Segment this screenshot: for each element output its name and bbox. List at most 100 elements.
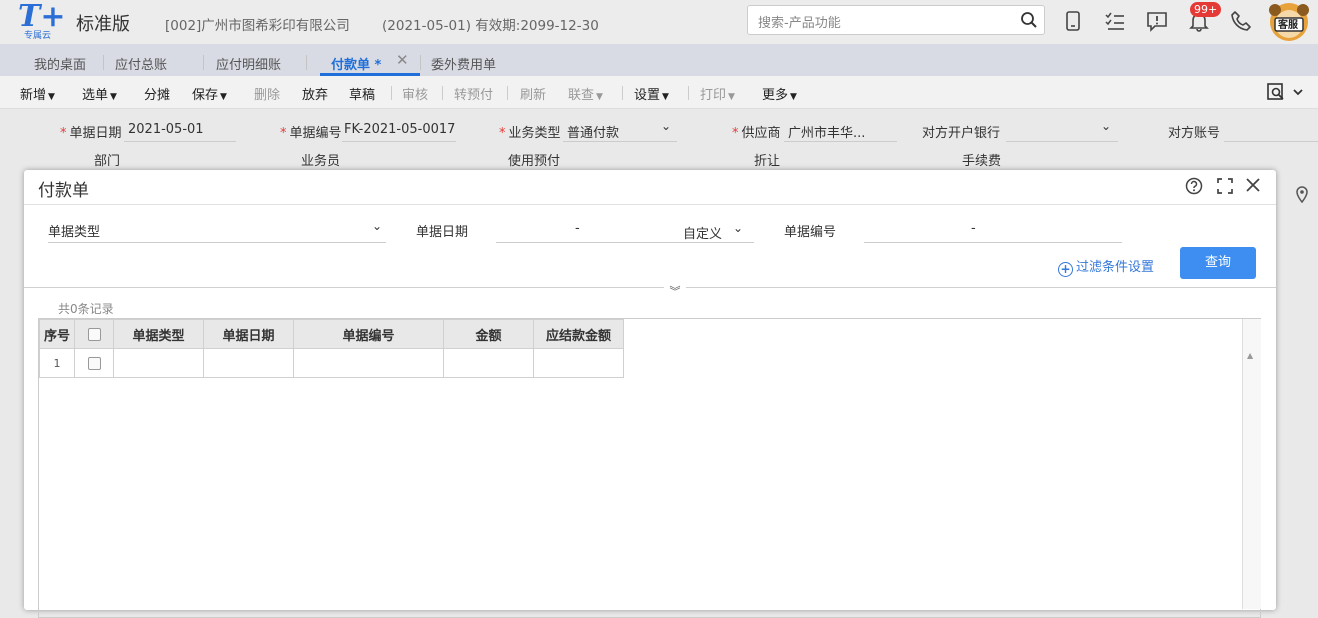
toolbar-divider xyxy=(442,86,443,100)
filter-date-range[interactable] xyxy=(496,242,754,243)
tab-bar: 我的桌面 应付总账 应付明细账 付款单 * ✕ 委外费用单 xyxy=(0,44,1318,76)
settings-button[interactable]: 设置 ▼ xyxy=(634,84,669,103)
tab-my-desktop[interactable]: 我的桌面 xyxy=(34,54,86,73)
tab-divider xyxy=(103,55,104,70)
toolbar-divider xyxy=(622,86,623,100)
record-count: 共0条记录 xyxy=(58,302,114,316)
row-checkbox[interactable] xyxy=(74,348,114,378)
search-input[interactable]: 搜索-产品功能 xyxy=(747,5,1045,35)
abandon-button[interactable]: 放弃 xyxy=(302,84,328,103)
col-amount-header[interactable]: 金额 xyxy=(443,319,534,349)
tab-payable-detail[interactable]: 应付明细账 xyxy=(216,54,281,73)
tab-close-icon[interactable]: ✕ xyxy=(396,51,409,69)
print-label: 打印 xyxy=(700,88,727,103)
notification-badge: 99+ xyxy=(1190,2,1222,17)
phone-icon[interactable] xyxy=(1230,10,1252,32)
chevron-down-icon[interactable]: ⌄ xyxy=(661,119,671,133)
row-code[interactable] xyxy=(293,348,444,378)
select-all-checkbox[interactable] xyxy=(74,319,114,349)
save-button[interactable]: 保存 ▼ xyxy=(192,84,227,103)
tab-payment-order[interactable]: 付款单 * xyxy=(331,54,381,73)
result-table: 序号 单据类型 单据日期 单据编号 金额 应结款金额 1 xyxy=(39,319,624,378)
col-code-header[interactable]: 单据编号 xyxy=(293,319,444,349)
tab-outsource-fee[interactable]: 委外费用单 xyxy=(431,54,496,73)
link-query-button[interactable]: 联查 ▼ xyxy=(568,84,603,103)
account-field-label: 对方账号 xyxy=(1168,126,1221,141)
message-icon[interactable] xyxy=(1146,10,1168,32)
chevron-down-icon: ▼ xyxy=(220,92,227,102)
link-query-label: 联查 xyxy=(568,88,595,103)
refresh-button[interactable]: 刷新 xyxy=(520,84,546,103)
close-icon[interactable] xyxy=(1244,176,1262,198)
select-label: 选单 xyxy=(82,88,109,103)
discount-field-label: 折让 xyxy=(754,154,781,169)
filter-code-label: 单据编号 xyxy=(784,225,837,240)
dialog-header-divider xyxy=(24,204,1276,205)
select-button[interactable]: 选单 ▼ xyxy=(82,84,117,103)
code-field[interactable]: FK-2021-05-0017 xyxy=(344,122,455,137)
table-row[interactable]: 1 xyxy=(39,348,624,378)
maximize-icon[interactable] xyxy=(1216,177,1234,199)
new-button[interactable]: 新增 ▼ xyxy=(20,84,55,103)
bank-field-label: 对方开户银行 xyxy=(922,126,1001,141)
account-period: (2021-05-01) 有效期:2099-12-30 xyxy=(382,18,599,34)
row-index: 1 xyxy=(39,348,75,378)
customer-service-avatar[interactable]: 客服 xyxy=(1264,0,1314,44)
dialog-title: 付款单 xyxy=(38,181,89,201)
location-pin-icon[interactable] xyxy=(1294,186,1310,208)
filter-code-range[interactable] xyxy=(864,242,1122,243)
biztype-underline xyxy=(563,141,677,142)
query-button[interactable]: 查询 xyxy=(1180,247,1256,279)
filter-divider xyxy=(24,287,1276,288)
supplier-field[interactable]: 广州市丰华... xyxy=(788,122,865,141)
supplier-label-text: 供应商 xyxy=(741,126,781,141)
supplier-underline xyxy=(784,141,897,142)
col-date-header[interactable]: 单据日期 xyxy=(203,319,294,349)
task-list-icon[interactable] xyxy=(1104,10,1126,32)
row-date[interactable] xyxy=(203,348,294,378)
payment-order-dialog: 付款单 单据类型 ⌄ 单据日期 - 自定义 ⌄ 单据编号 - + 过滤条件设置 查… xyxy=(24,170,1276,618)
draft-button[interactable]: 草稿 xyxy=(349,84,375,103)
print-button[interactable]: 打印 ▼ xyxy=(700,84,735,103)
filter-type-select[interactable] xyxy=(48,242,386,243)
row-type[interactable] xyxy=(113,348,204,378)
more-label: 更多 xyxy=(762,88,789,103)
settings-label: 设置 xyxy=(634,88,661,103)
delete-button[interactable]: 删除 xyxy=(254,84,280,103)
code-underline xyxy=(342,141,456,142)
audit-button[interactable]: 审核 xyxy=(402,84,428,103)
filter-settings-link[interactable]: + 过滤条件设置 xyxy=(1058,256,1154,277)
tab-payable-ledger[interactable]: 应付总账 xyxy=(115,54,167,73)
allocate-button[interactable]: 分摊 xyxy=(144,84,170,103)
biztype-select[interactable]: 普通付款 xyxy=(567,122,619,141)
date-field[interactable]: 2021-05-01 xyxy=(128,122,204,137)
collapse-chevron-icon[interactable]: ︾ xyxy=(664,283,686,298)
code-field-label: * 单据编号 xyxy=(280,126,342,141)
chevron-down-icon[interactable]: ⌄ xyxy=(733,221,743,235)
search-icon[interactable] xyxy=(1020,11,1038,33)
top-bar: T+ 专属云 标准版 [002]广州市图希彩印有限公司 (2021-05-01)… xyxy=(0,0,1318,44)
prepay-button[interactable]: 转预付 xyxy=(454,84,493,103)
preview-search-icon[interactable] xyxy=(1266,82,1306,106)
col-type-header[interactable]: 单据类型 xyxy=(113,319,204,349)
row-settle[interactable] xyxy=(533,348,624,378)
toolbar-divider xyxy=(391,86,392,100)
help-icon[interactable] xyxy=(1185,177,1203,199)
edition-label: 标准版 xyxy=(76,14,130,35)
plus-circle-icon: + xyxy=(1058,262,1073,277)
avatar-label: 客服 xyxy=(1278,20,1298,31)
tab-divider xyxy=(420,55,421,70)
chevron-down-icon[interactable]: ⌄ xyxy=(1101,119,1111,133)
chevron-down-icon[interactable]: ⌄ xyxy=(372,219,382,233)
mobile-icon[interactable] xyxy=(1063,10,1085,32)
col-settle-header[interactable]: 应结款金额 xyxy=(533,319,624,349)
vertical-scrollbar[interactable]: ▲ xyxy=(1242,319,1261,609)
row-amount[interactable] xyxy=(443,348,534,378)
dept-field-label: 部门 xyxy=(94,154,121,169)
date-field-label: * 单据日期 xyxy=(60,126,122,141)
scroll-up-icon[interactable]: ▲ xyxy=(1247,351,1253,360)
bank-underline xyxy=(1006,141,1118,142)
more-button[interactable]: 更多 ▼ xyxy=(762,84,797,103)
custom-range-select[interactable]: 自定义 xyxy=(683,223,722,242)
fee-field-label: 手续费 xyxy=(962,154,1002,169)
